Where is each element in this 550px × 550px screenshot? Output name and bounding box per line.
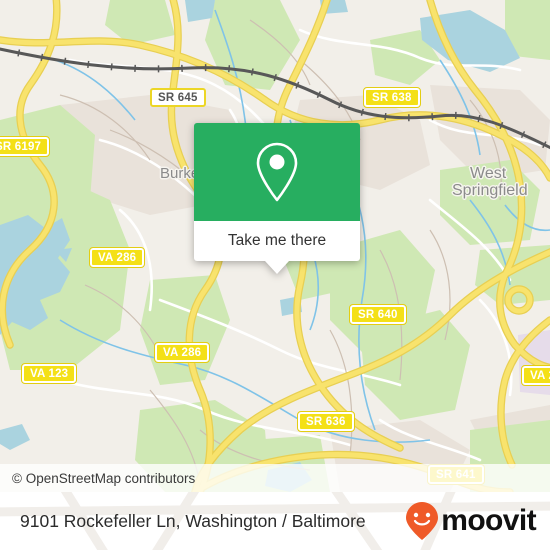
card-pointer-tail xyxy=(265,261,289,274)
shield-sr-638[interactable]: SR 638 xyxy=(363,87,421,108)
shield-va-2[interactable]: VA 2 xyxy=(520,365,550,386)
take-me-there-button[interactable]: Take me there xyxy=(194,221,360,261)
take-me-there-card[interactable]: Take me there xyxy=(194,123,360,274)
moovit-wordmark: moovit xyxy=(441,504,536,537)
shield-sr-645[interactable]: SR 645 xyxy=(150,88,206,107)
take-me-there-label: Take me there xyxy=(227,232,327,249)
moovit-logo[interactable]: moovit xyxy=(405,501,550,541)
shield-va-286-south[interactable]: VA 286 xyxy=(153,342,211,363)
shield-sr-6197[interactable]: SR 6197 xyxy=(0,136,51,157)
footer-bar: 9101 Rockefeller Ln, Washington / Baltim… xyxy=(0,492,550,550)
shield-va-286-north[interactable]: VA 286 xyxy=(88,247,146,268)
map-canvas[interactable]: Burke West Springfield SR 645 SR 638 SR … xyxy=(0,0,550,492)
address-text: 9101 Rockefeller Ln, Washington / Baltim… xyxy=(20,510,366,531)
map-pin-icon xyxy=(256,142,298,202)
shield-sr-640[interactable]: SR 640 xyxy=(349,304,407,325)
shield-sr-636[interactable]: SR 636 xyxy=(297,411,355,432)
moovit-map-screenshot: Burke West Springfield SR 645 SR 638 SR … xyxy=(0,0,550,550)
shield-va-123[interactable]: VA 123 xyxy=(20,363,78,384)
attribution-text[interactable]: © OpenStreetMap contributors xyxy=(0,471,195,486)
moovit-pin-icon xyxy=(406,502,439,540)
card-header xyxy=(194,123,360,221)
attribution-bar: © OpenStreetMap contributors xyxy=(0,464,550,492)
